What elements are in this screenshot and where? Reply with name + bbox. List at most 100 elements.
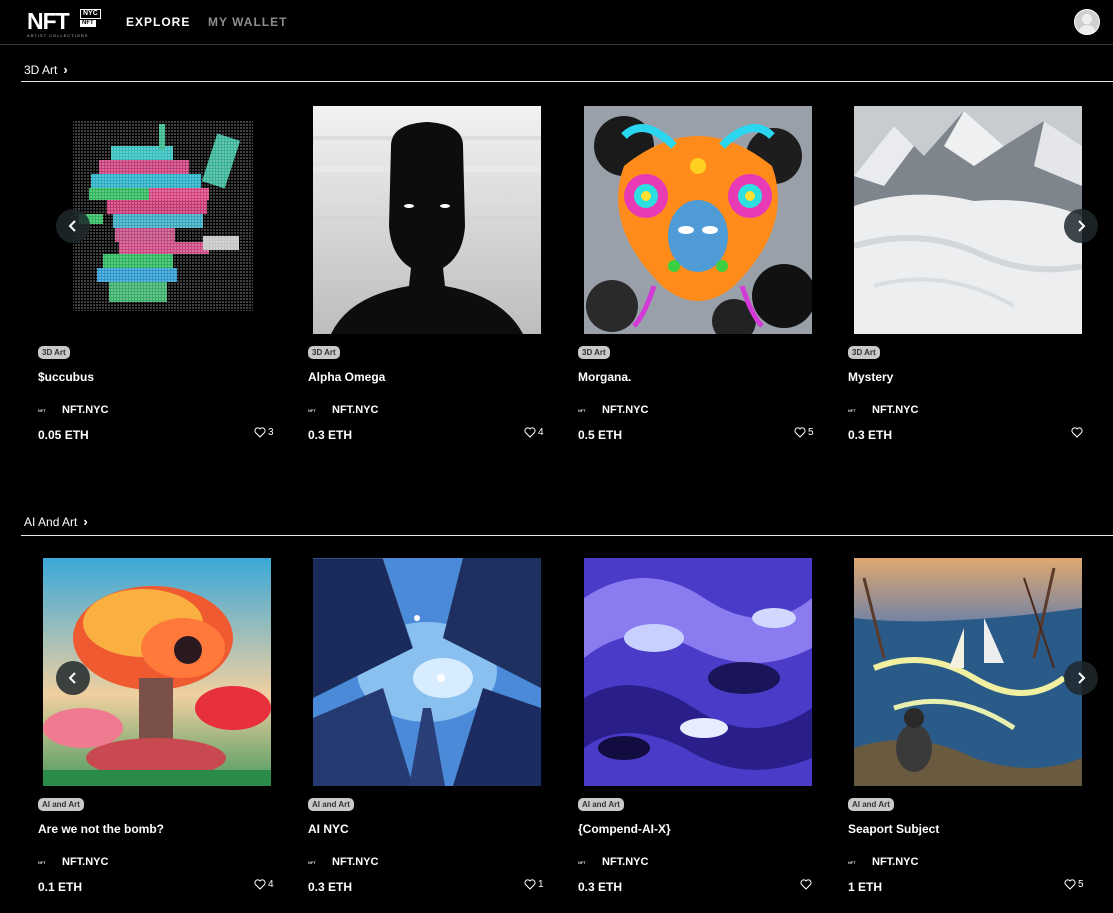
nft-price: 0.1 ETH (38, 880, 83, 894)
like-button[interactable] (1071, 427, 1085, 438)
category-badge: 3D Art (848, 346, 880, 359)
like-button[interactable]: 3 (254, 427, 274, 438)
nav-explore[interactable]: EXPLORE (126, 15, 190, 29)
nft-price: 1 ETH (848, 880, 883, 894)
like-count: 1 (538, 879, 544, 890)
creator-name: NFT.NYC (602, 404, 649, 416)
creator-name: NFT.NYC (332, 404, 379, 416)
creator-logo-icon: NFT (848, 407, 856, 413)
top-navigation-bar: NFT NYC NFT ARTIST COLLECTIONS EXPLORE M… (0, 0, 1113, 45)
nft-image-alpha-omega[interactable] (313, 106, 541, 334)
creator-row[interactable]: NFT NFT.NYC (38, 404, 108, 416)
heart-icon (1064, 879, 1076, 890)
section-title: 3D Art (24, 62, 58, 77)
category-badge: 3D Art (308, 346, 340, 359)
heart-icon (254, 427, 266, 438)
nft-image-ai-nyc[interactable] (313, 558, 541, 786)
nft-image-compend-ai-x[interactable] (584, 558, 812, 786)
creator-row[interactable]: NFT NFT.NYC (308, 404, 378, 416)
like-button[interactable] (800, 879, 814, 890)
category-badge: AI and Art (38, 798, 84, 811)
creator-name: NFT.NYC (62, 856, 109, 868)
section-title: AI And Art (24, 514, 78, 529)
nft-price: 0.05 ETH (38, 428, 89, 442)
like-count: 5 (1078, 879, 1084, 890)
carousel-next-button[interactable] (1064, 209, 1098, 243)
like-count: 4 (538, 427, 544, 438)
heart-icon (524, 427, 536, 438)
creator-logo-icon: NFT (578, 407, 586, 413)
like-button[interactable]: 4 (524, 427, 544, 438)
carousel-next-button[interactable] (1064, 661, 1098, 695)
nft-image-morgana[interactable] (584, 106, 812, 334)
nft-price: 0.3 ETH (308, 428, 353, 442)
logo-subtitle: ARTIST COLLECTIONS (27, 33, 89, 38)
nft-image-mystery[interactable] (854, 106, 1082, 334)
like-button[interactable]: 5 (794, 427, 814, 438)
creator-logo-icon: NFT (578, 859, 586, 865)
like-count: 4 (268, 879, 274, 890)
creator-name: NFT.NYC (332, 856, 379, 868)
nft-title[interactable]: {Compend-AI-X} (578, 822, 671, 836)
section-ai-and-art: AI And Art › AI and Art Are we not the b… (0, 514, 1113, 913)
nft-nyc-logo[interactable]: NFT NYC NFT ARTIST COLLECTIONS (27, 8, 101, 38)
section-3d-art: 3D Art › 3D Art $uccubus NFT NFT.NYC 0.0… (0, 62, 1113, 482)
category-badge: AI and Art (578, 798, 624, 811)
heart-icon (254, 879, 266, 890)
category-badge: 3D Art (578, 346, 610, 359)
nft-title[interactable]: Mystery (848, 370, 893, 384)
nft-title[interactable]: Are we not the bomb? (38, 822, 164, 836)
logo-nyc-box: NYC (80, 9, 101, 19)
nft-title[interactable]: Alpha Omega (308, 370, 385, 384)
chevron-left-icon (68, 220, 76, 232)
like-count: 5 (808, 427, 814, 438)
creator-row[interactable]: NFT NFT.NYC (848, 404, 918, 416)
creator-logo-icon: NFT (308, 407, 316, 413)
nft-title[interactable]: $uccubus (38, 370, 94, 384)
category-badge: 3D Art (38, 346, 70, 359)
heart-icon (524, 879, 536, 890)
section-header-3d-art[interactable]: 3D Art › (24, 62, 68, 77)
logo-wordmark: NFT (27, 8, 70, 34)
creator-logo-icon: NFT (848, 859, 856, 865)
chevron-right-icon (1078, 672, 1086, 684)
creator-logo-icon: NFT (308, 859, 316, 865)
chevron-right-icon (1078, 220, 1086, 232)
creator-row[interactable]: NFT NFT.NYC (848, 856, 918, 868)
section-header-ai-and-art[interactable]: AI And Art › (24, 514, 88, 529)
chevron-left-icon (68, 672, 76, 684)
like-button[interactable]: 1 (524, 879, 544, 890)
creator-name: NFT.NYC (602, 856, 649, 868)
nav-my-wallet[interactable]: MY WALLET (208, 15, 287, 29)
creator-name: NFT.NYC (872, 404, 919, 416)
category-badge: AI and Art (308, 798, 354, 811)
heart-icon (1071, 427, 1083, 438)
category-badge: AI and Art (848, 798, 894, 811)
heart-icon (800, 879, 812, 890)
nft-title[interactable]: Seaport Subject (848, 822, 939, 836)
nft-image-seaport-subject[interactable] (854, 558, 1082, 786)
like-count: 3 (268, 427, 274, 438)
logo-tag: NFT (80, 20, 96, 27)
nft-price: 0.5 ETH (578, 428, 623, 442)
like-button[interactable]: 5 (1064, 879, 1084, 890)
chevron-right-icon: › (63, 62, 68, 77)
carousel-prev-button[interactable] (56, 661, 90, 695)
creator-row[interactable]: NFT NFT.NYC (578, 856, 648, 868)
like-button[interactable]: 4 (254, 879, 274, 890)
creator-row[interactable]: NFT NFT.NYC (308, 856, 378, 868)
creator-row[interactable]: NFT NFT.NYC (578, 404, 648, 416)
creator-name: NFT.NYC (62, 404, 109, 416)
creator-row[interactable]: NFT NFT.NYC (38, 856, 108, 868)
heart-icon (794, 427, 806, 438)
nft-price: 0.3 ETH (578, 880, 623, 894)
nft-price: 0.3 ETH (308, 880, 353, 894)
nft-title[interactable]: Morgana. (578, 370, 631, 384)
section-divider (21, 535, 1113, 536)
nft-title[interactable]: AI NYC (308, 822, 349, 836)
user-avatar[interactable] (1074, 9, 1100, 35)
carousel-prev-button[interactable] (56, 209, 90, 243)
chevron-right-icon: › (83, 514, 88, 529)
section-divider (21, 81, 1113, 82)
creator-logo-icon: NFT (38, 407, 46, 413)
